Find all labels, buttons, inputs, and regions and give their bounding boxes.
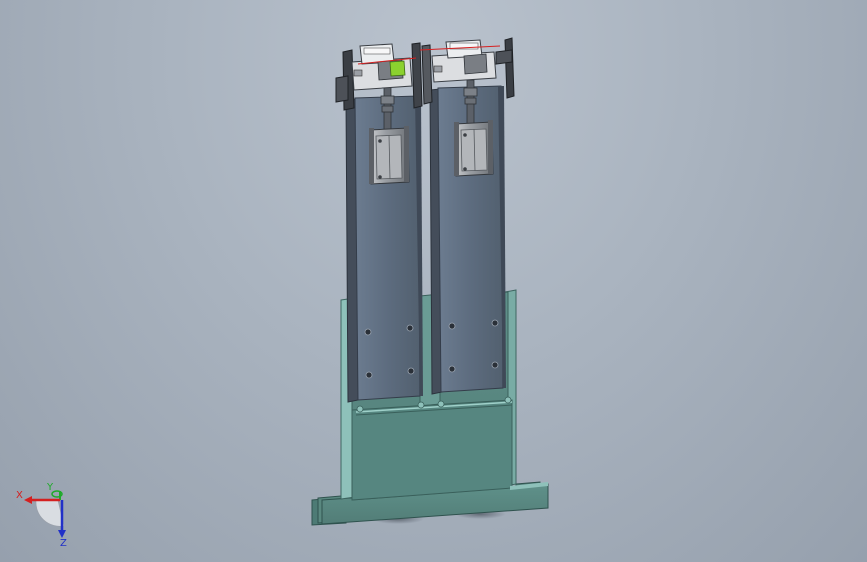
bolt-hole bbox=[448, 322, 456, 330]
bolt-hole bbox=[491, 319, 499, 327]
z-axis-label: Z bbox=[60, 538, 67, 548]
triad-sphere bbox=[35, 499, 65, 527]
graphics-viewport[interactable]: X Y Z bbox=[0, 0, 867, 562]
x-axis-label: X bbox=[16, 490, 23, 501]
bolt-hole bbox=[365, 371, 373, 379]
sensor-indicator-green bbox=[389, 60, 406, 77]
bolt-hole bbox=[448, 365, 456, 373]
bolt-hole bbox=[406, 324, 414, 332]
bolt-hole bbox=[407, 367, 415, 375]
bolt-hole bbox=[364, 328, 372, 336]
bolt-hole bbox=[491, 361, 499, 369]
cad-model[interactable] bbox=[0, 0, 867, 562]
coordinate-triad-icon[interactable]: X Y Z bbox=[14, 478, 78, 548]
y-axis-label: Y bbox=[46, 482, 54, 493]
